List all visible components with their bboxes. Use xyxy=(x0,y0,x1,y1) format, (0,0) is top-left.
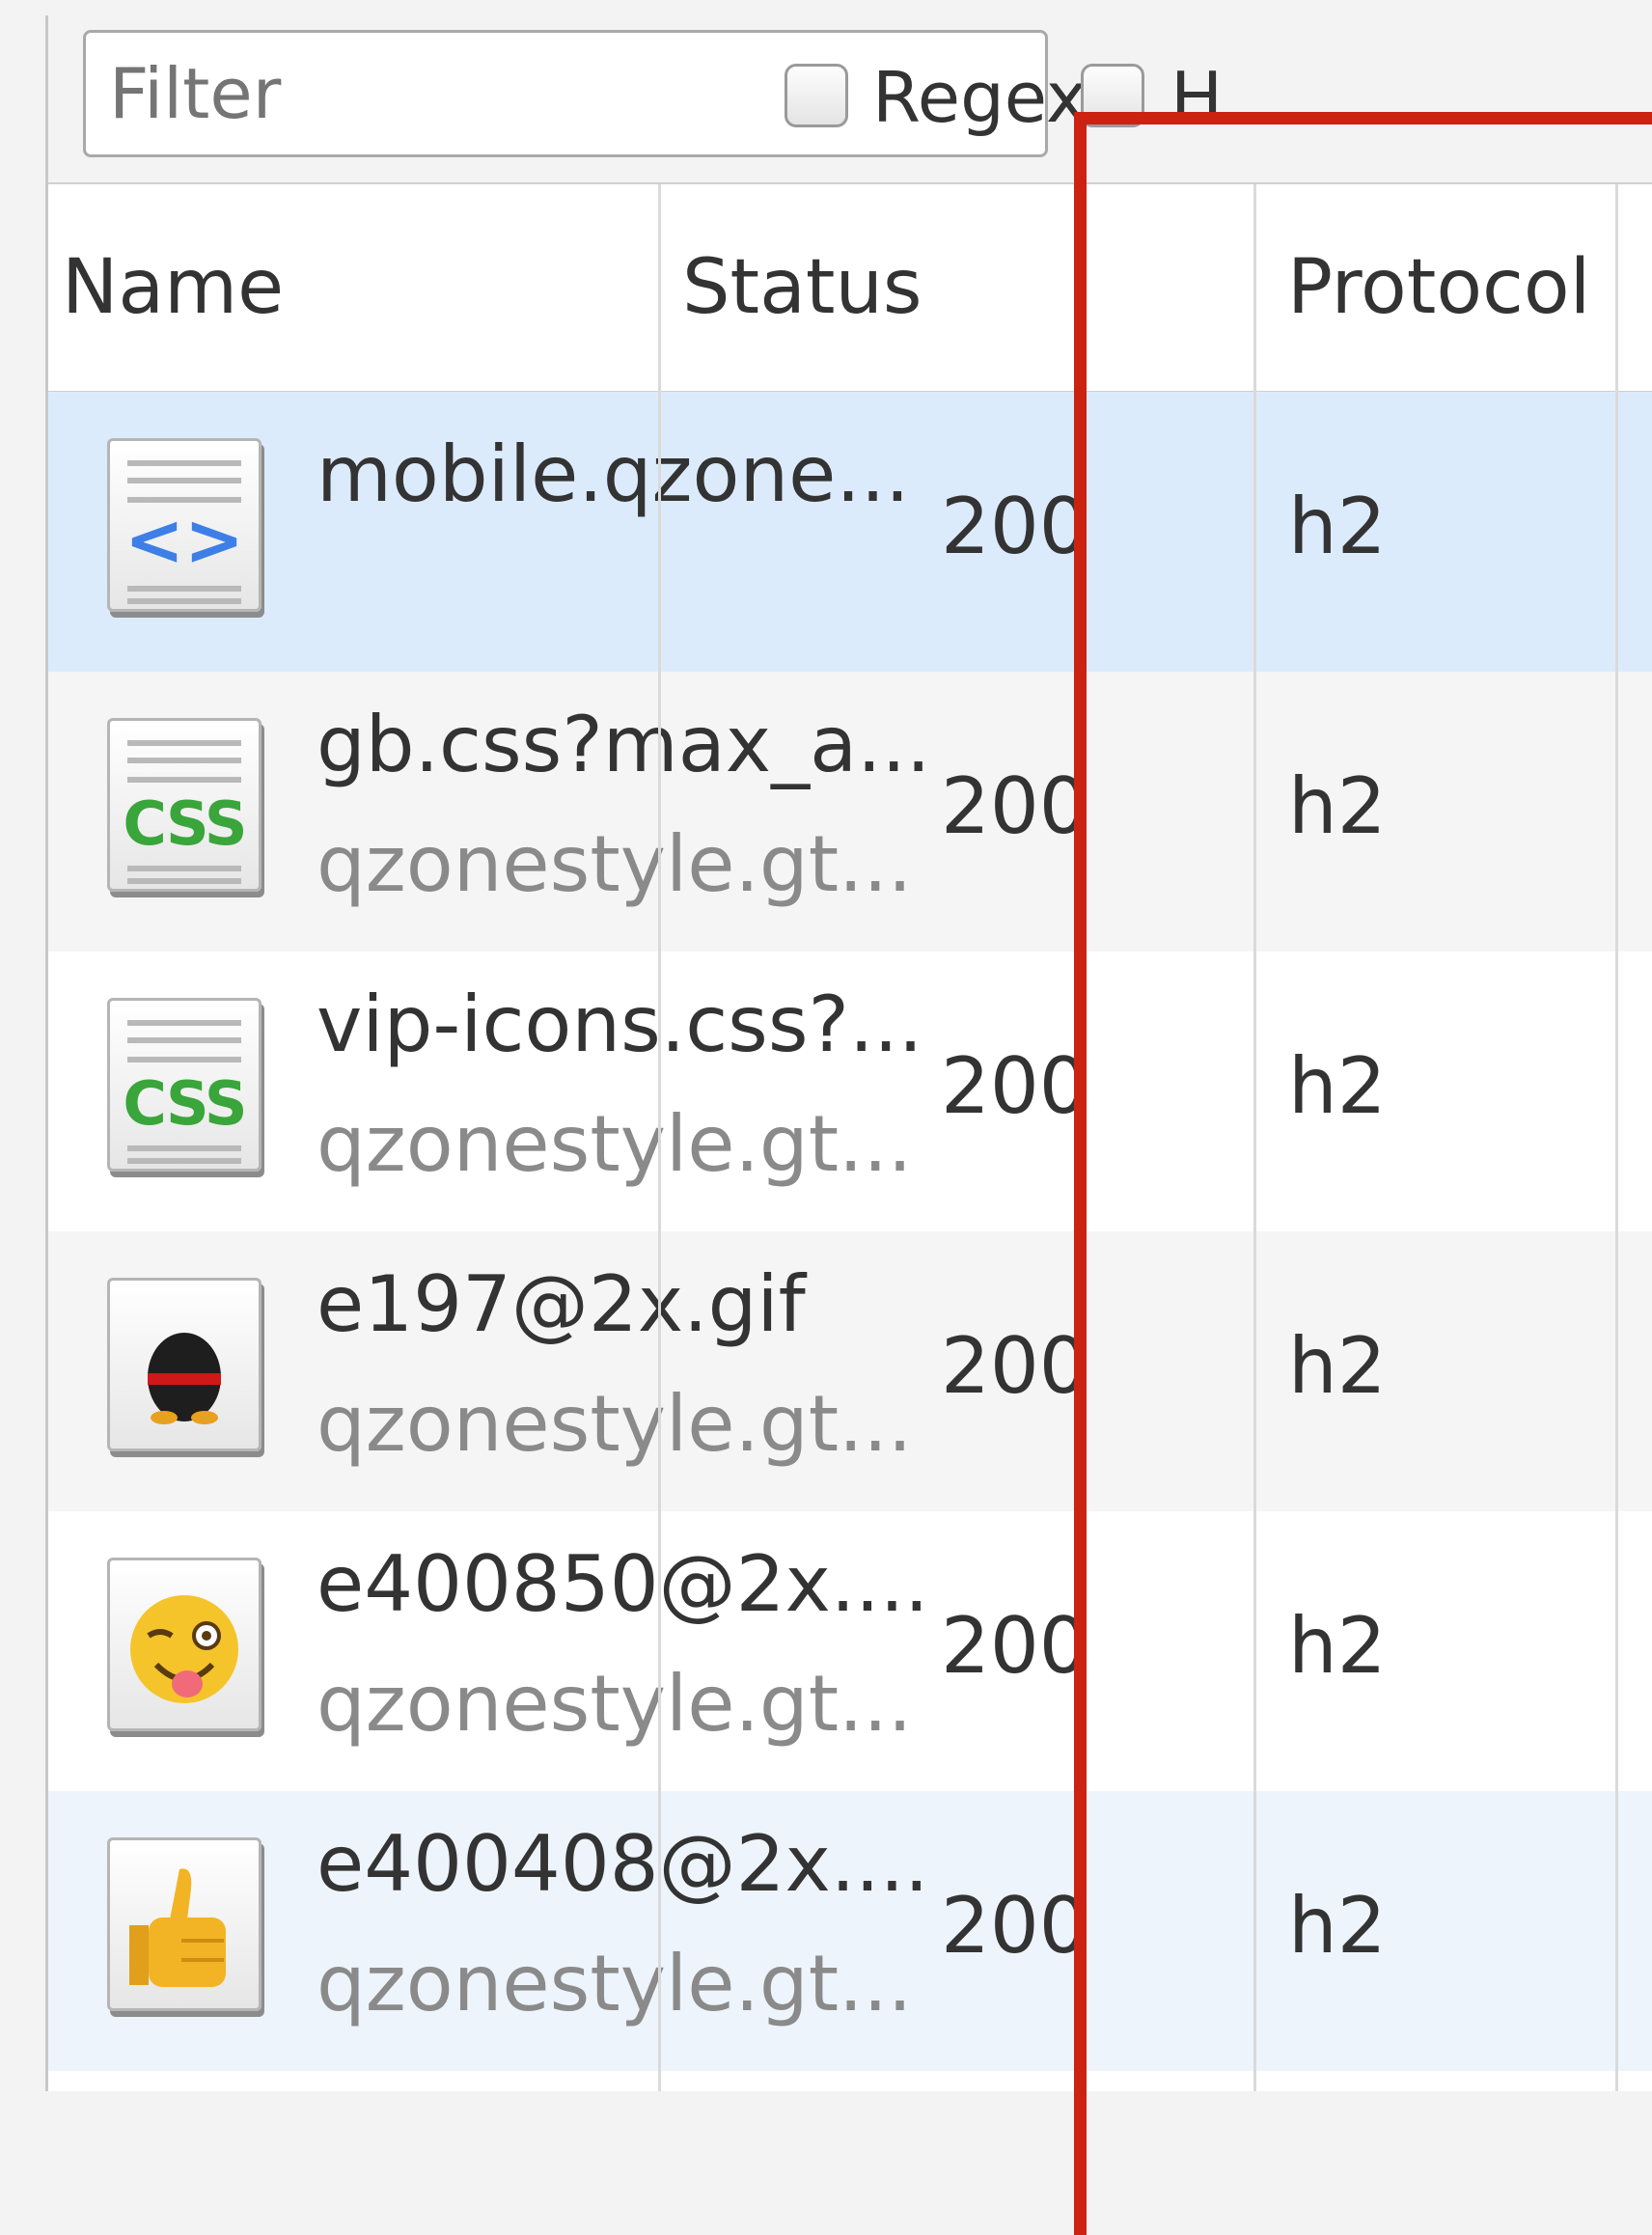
request-protocol: h2 xyxy=(1288,1881,1387,1971)
hide-data-urls-label: H xyxy=(1170,57,1224,138)
request-domain: qzonestyle.gt... xyxy=(317,1659,913,1749)
column-divider-protocol[interactable] xyxy=(1615,184,1618,2091)
table-row[interactable]: e197@2x.gif qzonestyle.gt... 200 h2 xyxy=(48,1231,1652,1511)
css-doc-icon: CSS xyxy=(107,718,262,892)
column-divider-status[interactable] xyxy=(1253,184,1256,2091)
table-row[interactable]: CSS gb.css?max_a... qzonestyle.gt... 200 h2 xyxy=(48,672,1652,952)
thumbs-up-image-icon xyxy=(107,1837,262,2011)
request-status: 200 xyxy=(941,482,1088,571)
request-status: 200 xyxy=(941,1321,1088,1411)
request-name: e197@2x.gif xyxy=(317,1259,806,1349)
request-name: vip-icons.css?... xyxy=(317,980,923,1069)
request-protocol: h2 xyxy=(1288,1041,1387,1131)
html-doc-icon: <> xyxy=(107,438,262,612)
request-protocol: h2 xyxy=(1288,761,1387,851)
table-row[interactable]: e400408@2x.... qzonestyle.gt... 200 h2 xyxy=(48,1791,1652,2071)
request-status: 200 xyxy=(941,1881,1088,1971)
penguin-image-icon xyxy=(107,1278,262,1451)
network-panel: Regex H Name Status Protocol <> mobile.qz… xyxy=(45,15,1652,2091)
request-status: 200 xyxy=(941,761,1088,851)
column-divider-name[interactable] xyxy=(658,184,661,2091)
request-name: mobile.qzone... xyxy=(317,429,910,519)
request-name: e400850@2x.... xyxy=(317,1539,929,1629)
wink-emoji-image-icon xyxy=(107,1558,262,1731)
request-name: gb.css?max_a... xyxy=(317,700,931,789)
request-protocol: h2 xyxy=(1288,1321,1387,1411)
css-doc-icon: CSS xyxy=(107,998,262,1172)
table-row[interactable]: CSS vip-icons.css?... qzonestyle.gt... 200 h… xyxy=(48,952,1652,1231)
request-domain: qzonestyle.gt... xyxy=(317,819,913,909)
network-toolbar: Regex H xyxy=(48,15,1652,184)
request-name: e400408@2x.... xyxy=(317,1819,929,1909)
column-header-protocol[interactable]: Protocol xyxy=(1287,184,1590,391)
regex-label: Regex xyxy=(872,57,1088,138)
request-protocol: h2 xyxy=(1288,482,1387,571)
request-protocol: h2 xyxy=(1288,1601,1387,1691)
request-status: 200 xyxy=(941,1601,1088,1691)
request-domain: qzonestyle.gt... xyxy=(317,1939,913,2028)
table-row[interactable]: e400850@2x.... qzonestyle.gt... 200 h2 xyxy=(48,1511,1652,1791)
regex-checkbox[interactable] xyxy=(785,64,848,127)
table-header: Name Status Protocol xyxy=(48,184,1652,394)
column-header-status[interactable]: Status xyxy=(682,184,922,391)
hide-data-urls-checkbox[interactable] xyxy=(1081,64,1144,127)
column-header-name[interactable]: Name xyxy=(62,184,284,391)
request-status: 200 xyxy=(941,1041,1088,1131)
request-domain: qzonestyle.gt... xyxy=(317,1379,913,1469)
table-row[interactable]: <> mobile.qzone... 200 h2 xyxy=(48,392,1652,672)
request-domain: qzonestyle.gt... xyxy=(317,1099,913,1189)
